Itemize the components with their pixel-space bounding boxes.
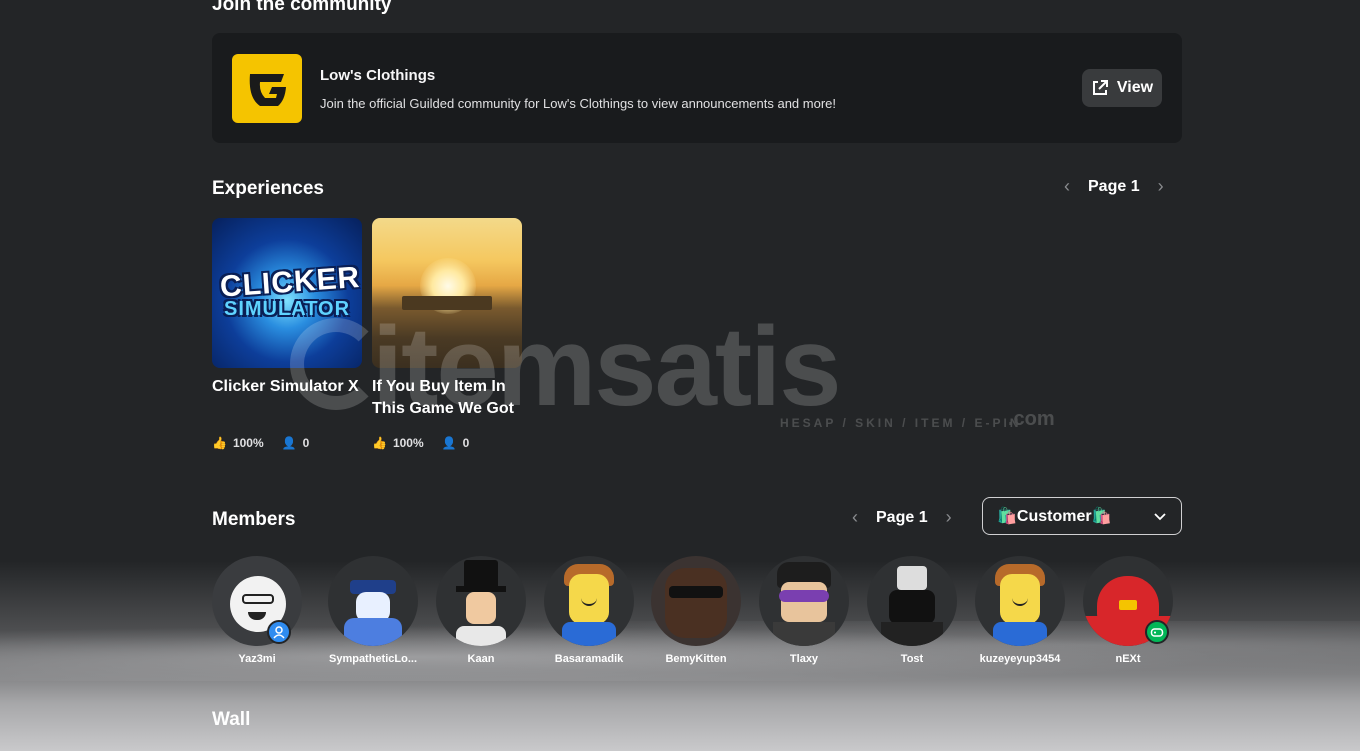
member-name[interactable]: Tlaxy [750,653,858,665]
member-avatar[interactable] [759,556,849,646]
thumbs-up-icon: 👍 [372,436,387,450]
experience-card[interactable]: CLICKER SIMULATOR Clicker Simulator X 👍 1… [212,218,362,450]
member-name[interactable]: BemyKitten [642,653,750,665]
watermark-suffix: .com [1008,408,1055,430]
thumbs-up-icon: 👍 [212,436,227,450]
chevron-left-icon[interactable]: ‹ [840,507,870,528]
member-name[interactable]: nEXt [1074,653,1182,665]
member-avatar[interactable] [544,556,634,646]
member-avatar[interactable] [651,556,741,646]
members-section-title: Members [212,509,296,530]
like-ratio: 100% [392,436,424,450]
member-name[interactable]: SympatheticLo... [319,653,427,665]
experience-title[interactable]: Clicker Simulator X [212,376,362,420]
experiences-pager: ‹ Page 1 › [1052,176,1176,197]
player-icon: 👤 [281,436,297,450]
role-dropdown[interactable]: 🛍️Customer🛍️ [982,497,1182,535]
community-section-title: Join the community [212,0,392,15]
member-item[interactable]: Kaan [427,556,535,665]
user-badge-icon [267,620,291,644]
member-avatar[interactable] [436,556,526,646]
chevron-down-icon [1154,513,1166,521]
member-avatar[interactable] [975,556,1065,646]
thumbnail-pier [402,296,492,310]
player-count: 0 [462,436,470,450]
guilded-logo-icon [232,54,302,123]
member-name[interactable]: kuzeyeyup3454 [966,653,1074,665]
member-avatar[interactable] [328,556,418,646]
member-item[interactable]: Tlaxy [750,556,858,665]
experiences-section-title: Experiences [212,178,324,199]
members-pager: ‹ Page 1 › [840,507,964,528]
member-item[interactable]: Basaramadik [535,556,643,665]
role-dropdown-value: 🛍️Customer🛍️ [997,508,1112,525]
watermark-tagline: HESAP / SKIN / ITEM / E-PIN [780,416,1022,430]
like-ratio: 100% [232,436,264,450]
member-name[interactable]: Yaz3mi [203,653,311,665]
experience-stats: 👍 100% 👤 0 [212,436,362,450]
player-icon: 👤 [441,436,457,450]
experience-title[interactable]: If You Buy Item In This Game We Got [372,376,522,420]
thumbnail-title-line2: SIMULATOR [223,298,351,320]
experiences-page-label: Page 1 [1088,177,1140,195]
view-label: View [1116,79,1154,96]
experience-thumbnail[interactable]: CLICKER SIMULATOR [212,218,362,368]
member-item[interactable]: SympatheticLo... [319,556,427,665]
chevron-left-icon[interactable]: ‹ [1052,176,1082,197]
experience-card[interactable]: If You Buy Item In This Game We Got 👍 100… [372,218,522,450]
community-description: Join the official Guilded community for … [320,96,837,111]
member-item[interactable]: nEXt [1074,556,1182,665]
view-community-button[interactable]: View [1082,69,1162,107]
member-item[interactable]: Yaz3mi [203,556,311,665]
members-page-label: Page 1 [876,508,928,526]
player-count: 0 [302,436,310,450]
chevron-right-icon[interactable]: › [934,507,964,528]
member-item[interactable]: kuzeyeyup3454 [966,556,1074,665]
member-name[interactable]: Tost [858,653,966,665]
experience-thumbnail[interactable] [372,218,522,368]
member-item[interactable]: Tost [858,556,966,665]
member-item[interactable]: BemyKitten [642,556,750,665]
member-avatar[interactable] [867,556,957,646]
wall-section-title: Wall [212,709,251,730]
experience-stats: 👍 100% 👤 0 [372,436,522,450]
external-link-icon [1092,80,1108,95]
community-card: Low's Clothings Join the official Guilde… [212,33,1182,143]
member-name[interactable]: Kaan [427,653,535,665]
game-badge-icon [1145,620,1169,644]
community-name: Low's Clothings [320,67,436,84]
chevron-right-icon[interactable]: › [1146,176,1176,197]
member-name[interactable]: Basaramadik [535,653,643,665]
